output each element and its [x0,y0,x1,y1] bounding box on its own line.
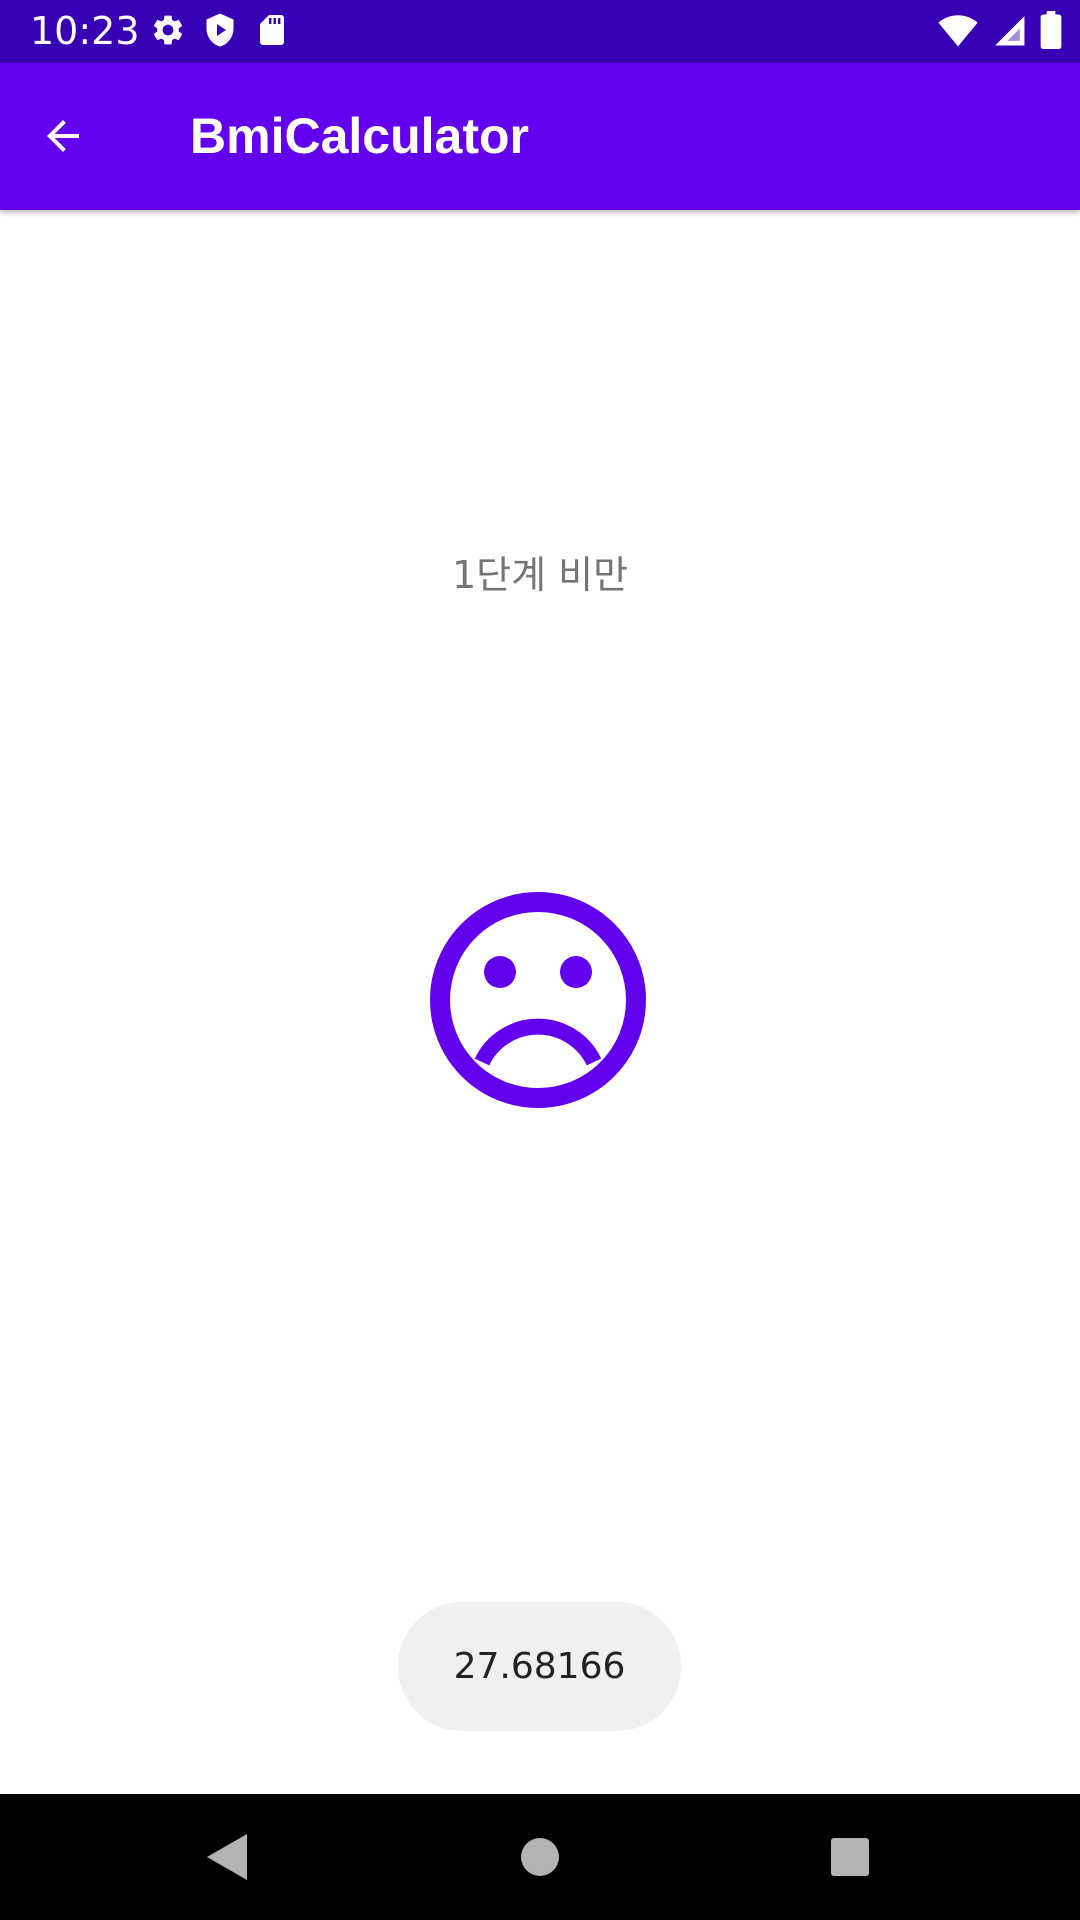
app-bar: BmiCalculator [0,63,1080,210]
battery-icon [1040,10,1062,54]
nav-back-icon [207,1834,247,1880]
sd-card-icon [254,12,290,53]
back-button[interactable] [30,103,96,169]
screen: 10:23 BmiCalculator 1단계 비만 27.68166 [0,0,1080,1920]
nav-home-button[interactable] [508,1825,572,1889]
status-right-icons [938,10,1062,54]
wifi-icon [938,12,978,53]
nav-home-icon [521,1838,559,1876]
settings-icon [150,12,186,53]
nav-back-button[interactable] [195,1825,259,1889]
status-bar: 10:23 [0,0,1080,63]
cell-signal-icon [992,12,1026,53]
app-title: BmiCalculator [190,108,529,164]
shield-play-icon [202,12,238,53]
bmi-value: 27.68166 [453,1646,626,1687]
nav-recents-icon [831,1838,869,1876]
status-left-icons [150,10,290,54]
bmi-value-chip: 27.68166 [398,1602,681,1731]
sad-face-icon [428,890,648,1110]
nav-recents-button[interactable] [818,1825,882,1889]
navigation-bar [0,1794,1080,1920]
arrow-back-icon [47,120,79,152]
status-time: 10:23 [30,9,140,53]
bmi-result-label: 1단계 비만 [451,553,629,597]
